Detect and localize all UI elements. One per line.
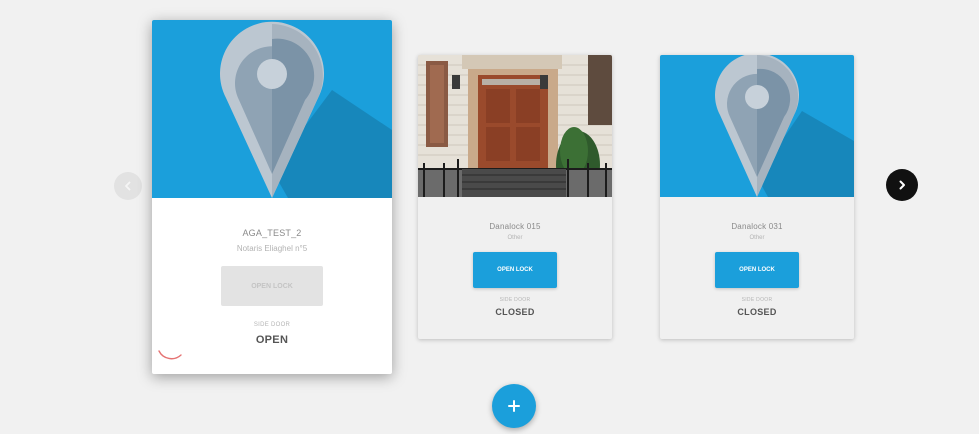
loading-spinner-icon bbox=[158, 350, 182, 360]
lock-location: Other bbox=[749, 235, 765, 241]
lock-location: Other bbox=[507, 235, 523, 241]
plus-icon bbox=[508, 400, 520, 412]
lock-status-label: SIDE DOOR bbox=[499, 297, 531, 303]
location-pin-icon bbox=[152, 20, 392, 198]
location-pin-icon bbox=[660, 55, 854, 197]
lock-name: Danalock 031 bbox=[731, 222, 783, 231]
lock-status-value: OPEN bbox=[255, 334, 289, 346]
lock-name: AGA_TEST_2 bbox=[242, 228, 302, 238]
lock-status-label: SIDE DOOR bbox=[253, 322, 291, 328]
lock-card-1[interactable]: AGA_TEST_2 Notaris Eliaghel n°5 OPEN LOC… bbox=[152, 20, 392, 374]
chevron-left-icon bbox=[125, 181, 131, 191]
door-photo bbox=[418, 55, 612, 197]
door-photo-image bbox=[418, 55, 612, 197]
lock-status-value: CLOSED bbox=[495, 307, 535, 317]
previous-button[interactable] bbox=[114, 172, 142, 200]
lock-location: Notaris Eliaghel n°5 bbox=[236, 244, 308, 253]
pin-illustration bbox=[660, 55, 854, 197]
lock-card-3[interactable]: Danalock 031 Other OPEN LOCK SIDE DOOR C… bbox=[660, 55, 854, 339]
next-button[interactable] bbox=[886, 169, 918, 201]
open-lock-button[interactable]: OPEN LOCK bbox=[221, 266, 323, 306]
lock-carousel: AGA_TEST_2 Notaris Eliaghel n°5 OPEN LOC… bbox=[0, 0, 979, 434]
add-lock-button[interactable] bbox=[492, 384, 536, 428]
chevron-right-icon bbox=[899, 180, 905, 190]
lock-card-2[interactable]: Danalock 015 Other OPEN LOCK SIDE DOOR C… bbox=[418, 55, 612, 339]
lock-name: Danalock 015 bbox=[489, 222, 541, 231]
pin-illustration bbox=[152, 20, 392, 198]
open-lock-button[interactable]: OPEN LOCK bbox=[715, 252, 799, 288]
open-lock-button[interactable]: OPEN LOCK bbox=[473, 252, 557, 288]
lock-status-value: CLOSED bbox=[737, 307, 777, 317]
lock-status-label: SIDE DOOR bbox=[741, 297, 773, 303]
